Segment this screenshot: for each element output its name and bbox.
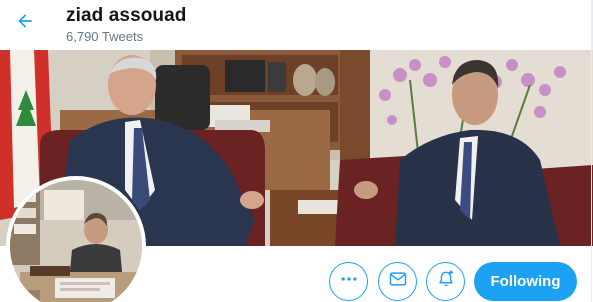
- tweet-count: 6,790 Tweets: [66, 29, 144, 44]
- more-options-button[interactable]: [329, 262, 368, 301]
- bell-plus-icon: [436, 269, 456, 294]
- more-dots-icon: [339, 269, 359, 294]
- arrow-left-icon: [15, 11, 35, 36]
- notifications-button[interactable]: [426, 262, 465, 301]
- following-button[interactable]: Following: [474, 262, 577, 301]
- envelope-icon: [388, 269, 408, 294]
- column-divider: [591, 0, 592, 302]
- profile-page: ziad assouad 6,790 Tweets Following: [0, 0, 593, 302]
- profile-header: ziad assouad 6,790 Tweets: [0, 0, 593, 50]
- profile-name: ziad assouad: [66, 5, 187, 26]
- message-button[interactable]: [378, 262, 417, 301]
- back-button[interactable]: [8, 6, 42, 40]
